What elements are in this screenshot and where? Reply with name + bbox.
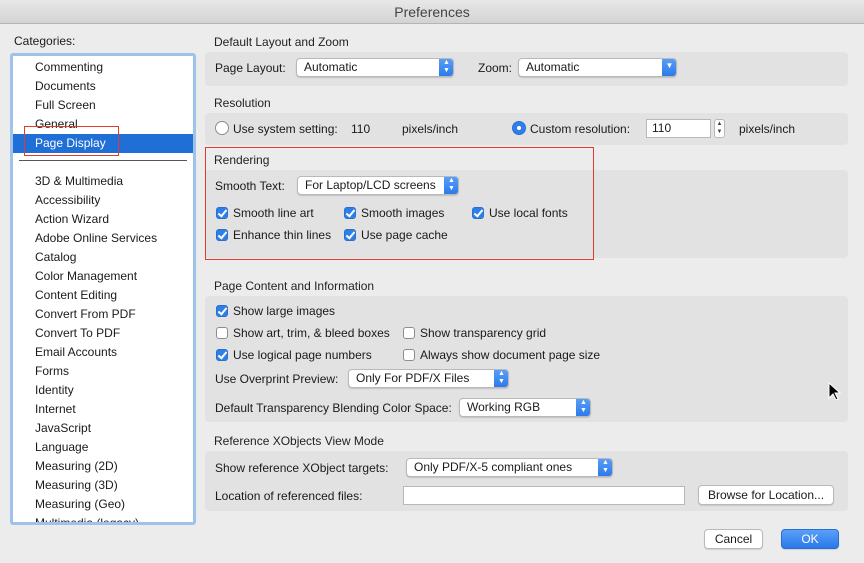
use-system-setting-label: Use system setting: [233, 122, 338, 136]
use-logical-page-numbers-checkbox[interactable] [216, 349, 228, 361]
overprint-select[interactable]: Only For PDF/X Files ▲ ▼ [348, 369, 509, 388]
rendering-highlight-outline [205, 147, 594, 260]
category-separator [19, 160, 187, 161]
custom-resolution-radio[interactable] [512, 121, 526, 135]
location-label: Location of referenced files: [215, 489, 363, 503]
category-item[interactable]: Forms [13, 362, 193, 381]
resolution-title: Resolution [214, 96, 271, 110]
custom-resolution-input[interactable]: 110 [646, 119, 711, 138]
category-item[interactable]: Identity [13, 381, 193, 400]
xobject-targets-select[interactable]: Only PDF/X-5 compliant ones ▲ ▼ [406, 458, 613, 477]
category-item[interactable]: JavaScript [13, 419, 193, 438]
show-large-images-label: Show large images [233, 304, 336, 318]
category-item[interactable]: Convert To PDF [13, 324, 193, 343]
cancel-button[interactable]: Cancel [704, 529, 763, 549]
always-show-doc-size-label: Always show document page size [420, 348, 601, 362]
category-item[interactable]: Language [13, 438, 193, 457]
custom-resolution-unit: pixels/inch [739, 122, 796, 136]
blending-label: Default Transparency Blending Color Spac… [215, 401, 452, 415]
resolution-stepper[interactable]: ▲ ▼ [714, 119, 725, 138]
show-art-trim-checkbox[interactable] [216, 327, 228, 339]
show-large-images-checkbox[interactable] [216, 305, 228, 317]
browse-location-button[interactable]: Browse for Location... [698, 485, 834, 505]
zoom-select[interactable]: Automatic ▼ [518, 58, 677, 77]
show-transparency-grid-checkbox[interactable] [403, 327, 415, 339]
category-item[interactable]: Accessibility [13, 191, 193, 210]
xobject-targets-label: Show reference XObject targets: [215, 461, 389, 475]
category-item[interactable]: Catalog [13, 248, 193, 267]
system-resolution-unit: pixels/inch [402, 122, 459, 136]
chevron-updown-icon: ▲ ▼ [576, 399, 590, 416]
category-item[interactable]: Convert From PDF [13, 305, 193, 324]
use-logical-page-numbers-label: Use logical page numbers [233, 348, 372, 362]
chevron-down-icon: ▼ [662, 59, 676, 76]
system-resolution-value: 110 [351, 122, 371, 136]
zoom-label: Zoom: [478, 61, 513, 75]
category-commenting[interactable]: Commenting [13, 58, 193, 77]
chevron-updown-icon: ▲ ▼ [439, 59, 453, 76]
layout-zoom-title: Default Layout and Zoom [214, 35, 349, 49]
window-title: Preferences [394, 4, 470, 20]
category-item[interactable]: Internet [13, 400, 193, 419]
page-layout-select[interactable]: Automatic ▲ ▼ [296, 58, 454, 77]
overprint-label: Use Overprint Preview: [215, 372, 339, 386]
location-input[interactable] [403, 486, 685, 505]
always-show-doc-size-checkbox[interactable] [403, 349, 415, 361]
category-item[interactable]: Adobe Online Services [13, 229, 193, 248]
category-item[interactable]: 3D & Multimedia [13, 172, 193, 191]
category-item[interactable]: Measuring (2D) [13, 457, 193, 476]
show-transparency-grid-label: Show transparency grid [420, 326, 547, 340]
use-system-setting-radio[interactable] [215, 121, 229, 135]
page-content-title: Page Content and Information [214, 279, 375, 293]
category-item[interactable]: Measuring (3D) [13, 476, 193, 495]
category-item[interactable]: Email Accounts [13, 343, 193, 362]
selection-highlight-outline [24, 126, 119, 156]
category-item[interactable]: Multimedia (legacy) [13, 514, 193, 522]
category-item[interactable]: Measuring (Geo) [13, 495, 193, 514]
categories-list[interactable]: Commenting Documents Full Screen General… [10, 53, 196, 525]
blending-select[interactable]: Working RGB ▲ ▼ [459, 398, 591, 417]
mouse-cursor-icon [828, 382, 842, 401]
ok-button[interactable]: OK [781, 529, 839, 549]
categories-label: Categories: [14, 34, 76, 48]
chevron-updown-icon: ▲ ▼ [598, 459, 612, 476]
window-titlebar: Preferences [0, 0, 864, 24]
xobjects-title: Reference XObjects View Mode [214, 434, 384, 448]
custom-resolution-label: Custom resolution: [530, 122, 631, 136]
category-item[interactable]: Content Editing [13, 286, 193, 305]
category-full-screen[interactable]: Full Screen [13, 96, 193, 115]
show-art-trim-label: Show art, trim, & bleed boxes [233, 326, 390, 340]
category-item[interactable]: Action Wizard [13, 210, 193, 229]
page-layout-label: Page Layout: [215, 61, 286, 75]
chevron-updown-icon: ▲ ▼ [494, 370, 508, 387]
category-item[interactable]: Color Management [13, 267, 193, 286]
category-documents[interactable]: Documents [13, 77, 193, 96]
